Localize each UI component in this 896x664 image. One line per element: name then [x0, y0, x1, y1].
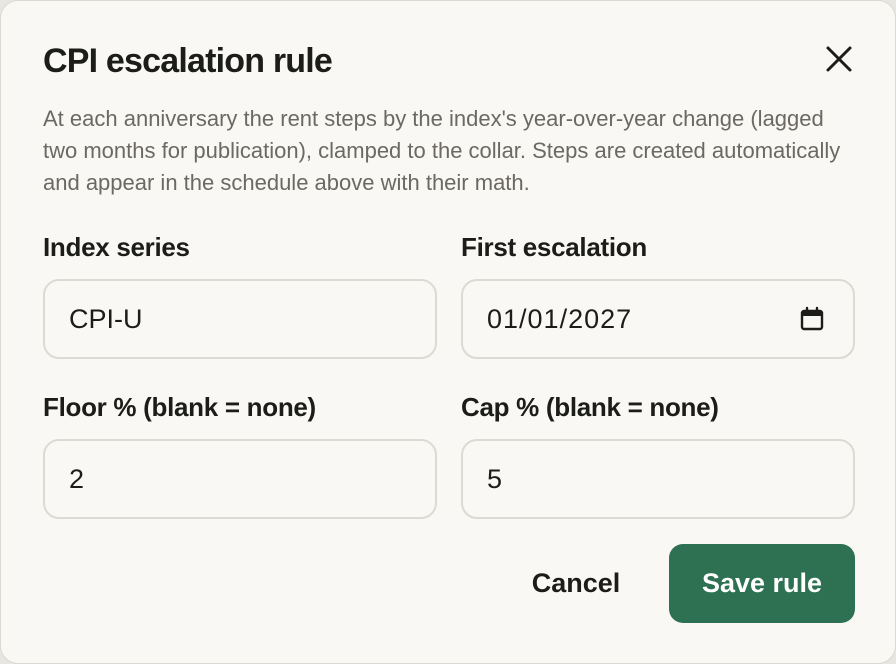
dialog-title: CPI escalation rule: [43, 42, 333, 80]
index-series-input[interactable]: CPI-U: [43, 279, 437, 359]
first-escalation-value: 01/01/2027: [487, 303, 633, 334]
save-rule-button[interactable]: Save rule: [669, 544, 855, 623]
calendar-icon[interactable]: [799, 306, 825, 332]
dialog-description: At each anniversary the rent steps by th…: [43, 106, 841, 195]
first-escalation-label: First escalation: [461, 232, 647, 262]
cap-value: 5: [487, 463, 503, 494]
cpi-escalation-dialog: CPI escalation rule At each anniversary …: [0, 0, 896, 664]
index-series-label: Index series: [43, 232, 190, 262]
close-button[interactable]: [819, 39, 859, 79]
floor-value: 2: [69, 463, 85, 494]
floor-input[interactable]: 2: [43, 439, 437, 519]
close-icon: [826, 46, 852, 72]
cancel-button[interactable]: Cancel: [501, 544, 651, 622]
floor-label: Floor % (blank = none): [43, 392, 316, 422]
index-series-value: CPI-U: [69, 303, 143, 334]
first-escalation-date-input[interactable]: 01/01/2027: [461, 279, 855, 359]
cap-input[interactable]: 5: [461, 439, 855, 519]
cap-label: Cap % (blank = none): [461, 392, 719, 422]
